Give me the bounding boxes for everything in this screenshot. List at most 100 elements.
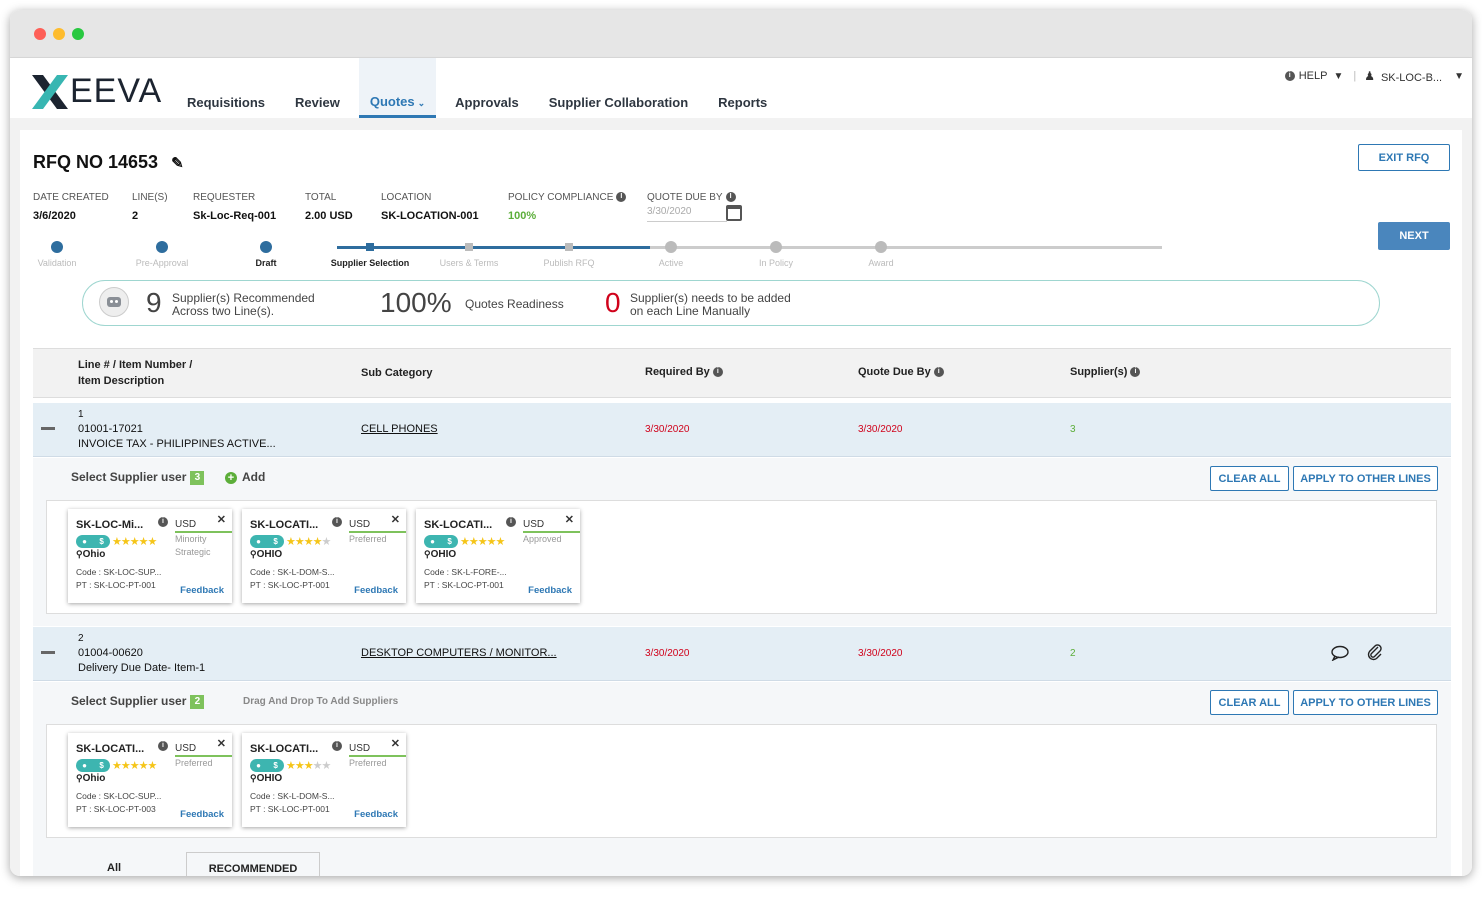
supplier-info-icon[interactable]: i <box>158 741 168 751</box>
comment-icon[interactable] <box>1331 645 1349 661</box>
supplier-info-icon[interactable]: i <box>506 517 516 527</box>
nav-review[interactable]: Review <box>284 58 351 118</box>
feedback-link[interactable]: Feedback <box>180 809 224 820</box>
remove-supplier-icon[interactable]: ✕ <box>565 513 574 526</box>
policy-compliance-label-text: POLICY COMPLIANCE <box>508 192 614 203</box>
supplier-card[interactable]: SK-LOC-Mi... i USD ✕ Minority Strategic ● $ ★★★★… <box>68 509 232 603</box>
supplier-info-icon[interactable]: i <box>332 517 342 527</box>
next-button[interactable]: NEXT <box>1378 222 1450 250</box>
calendar-icon[interactable] <box>726 205 742 221</box>
quote-due-by-info-icon[interactable]: i <box>933 367 944 378</box>
collapse-icon[interactable] <box>41 427 55 430</box>
app-header: EEVA Requisitions Review Quotes ⌄ Approva… <box>10 58 1472 118</box>
paperclip-icon[interactable] <box>1367 643 1383 661</box>
supplier-tag: Preferred <box>175 758 213 768</box>
supplier-card[interactable]: SK-LOCATI... i USD ✕ Approved ● $ ★★★★★ ⚲OHIO Cod… <box>416 509 580 603</box>
logo-x-icon <box>32 74 68 109</box>
minimize-window-button[interactable] <box>53 28 65 40</box>
dollar-icon: $ <box>273 537 278 546</box>
lines-value: 2 <box>132 210 139 222</box>
nav-approvals[interactable]: Approvals <box>444 58 530 118</box>
supplier-name: SK-LOCATI... <box>250 743 319 755</box>
nav-quotes-label: Quotes <box>369 94 415 109</box>
step-label: Award <box>868 258 894 268</box>
logo-text: EEVA <box>70 72 163 110</box>
supplier-card-list: SK-LOCATI... i USD ✕ Preferred ● $ ★★★★★ ⚲Ohio Co… <box>46 724 1437 838</box>
remove-supplier-icon[interactable]: ✕ <box>217 513 226 526</box>
supplier-badge-icon: ● $ <box>250 535 284 548</box>
supplier-info-icon[interactable]: i <box>332 741 342 751</box>
supplier-card[interactable]: SK-LOCATI... i USD ✕ Preferred ● $ ★★★★★ ⚲OHIO Co… <box>242 733 406 827</box>
summary-banner: 9 Supplier(s) Recommended Across two Lin… <box>82 280 1380 326</box>
star-icon: ★ <box>312 536 323 548</box>
policy-info-icon[interactable]: i <box>616 192 627 203</box>
apply-to-other-lines-button[interactable]: APPLY TO OTHER LINES <box>1293 466 1438 491</box>
supplier-location-text: Ohio <box>82 773 106 784</box>
header-suppliers-label: Supplier(s) <box>1070 366 1128 378</box>
user-caret-icon[interactable]: ▼ <box>1454 71 1464 82</box>
supplier-location: ⚲OHIO <box>424 549 456 560</box>
supplier-count[interactable]: 3 <box>1070 424 1076 435</box>
supplier-info-icon[interactable]: i <box>158 517 168 527</box>
supplier-code: Code : SK-LOC-SUP... <box>76 791 162 801</box>
feedback-link[interactable]: Feedback <box>528 585 572 596</box>
help-caret-icon[interactable]: ▼ <box>1333 71 1343 82</box>
clear-all-button[interactable]: CLEAR ALL <box>1210 690 1289 715</box>
maximize-window-button[interactable] <box>72 28 84 40</box>
remove-supplier-icon[interactable]: ✕ <box>391 737 400 750</box>
feedback-link[interactable]: Feedback <box>180 585 224 596</box>
supplier-card[interactable]: SK-LOCATI... i USD ✕ Preferred ● $ ★★★★★ ⚲OHIO Co… <box>242 509 406 603</box>
diversity-icon: ● <box>256 537 262 546</box>
manual-text-2: on each Line Manually <box>630 304 751 318</box>
supplier-payment-terms: PT : SK-LOC-PT-001 <box>424 580 504 590</box>
lines-label: LINE(S) <box>132 192 168 203</box>
star-icon: ★ <box>321 536 332 548</box>
supplier-name: SK-LOCATI... <box>424 519 493 531</box>
robot-icon <box>99 287 129 317</box>
suppliers-info-icon[interactable]: i <box>1130 367 1141 378</box>
star-icon: ★ <box>486 536 497 548</box>
nav-supplier-collaboration[interactable]: Supplier Collaboration <box>538 58 699 118</box>
feedback-link[interactable]: Feedback <box>354 585 398 596</box>
remove-supplier-icon[interactable]: ✕ <box>391 513 400 526</box>
step-dot <box>366 243 374 251</box>
feedback-link[interactable]: Feedback <box>354 809 398 820</box>
main-content: RFQ NO 14653 ✎ DATE CREATED 3/6/2020 LIN… <box>10 118 1472 876</box>
remove-supplier-icon[interactable]: ✕ <box>217 737 226 750</box>
tab-recommended[interactable]: RECOMMENDED <box>186 852 320 876</box>
supplier-card[interactable]: SK-LOCATI... i USD ✕ Preferred ● $ ★★★★★ ⚲Ohio Co… <box>68 733 232 827</box>
quote-due-input[interactable]: 3/30/2020 <box>647 206 727 222</box>
clear-all-button[interactable]: CLEAR ALL <box>1210 466 1289 491</box>
selected-count-badge: 3 <box>190 470 205 485</box>
apply-to-other-lines-button[interactable]: APPLY TO OTHER LINES <box>1293 690 1438 715</box>
required-by: 3/30/2020 <box>645 648 690 659</box>
header-required-by: Required By i <box>645 366 723 378</box>
exit-rfq-button[interactable]: EXIT RFQ <box>1358 144 1450 171</box>
quote-due-info-icon[interactable]: i <box>725 192 736 203</box>
close-window-button[interactable] <box>34 28 46 40</box>
edit-pencil-icon[interactable]: ✎ <box>171 155 184 172</box>
collapse-icon[interactable] <box>41 651 55 654</box>
line-number: 2 <box>78 633 84 644</box>
user-menu[interactable]: SK-LOC-B... <box>1381 72 1442 84</box>
workflow-stepper: Validation Pre-Approval Draft Supplier Sele… <box>38 238 1162 278</box>
line-row-1[interactable]: 1 01001-17021 INVOICE TAX - PHILIPPINES … <box>33 403 1451 457</box>
line-row-2[interactable]: 2 01004-00620 Delivery Due Date- Item-1 … <box>33 627 1451 681</box>
supplier-count[interactable]: 2 <box>1070 648 1076 659</box>
supplier-payment-terms: PT : SK-LOC-PT-003 <box>76 804 156 814</box>
required-by-info-icon[interactable]: i <box>712 367 723 378</box>
star-icon: ★ <box>129 536 140 548</box>
nav-reports[interactable]: Reports <box>707 58 778 118</box>
tab-all[interactable]: All <box>107 862 121 874</box>
manual-count: 0 <box>605 287 621 318</box>
help-menu[interactable]: HELP <box>1299 70 1328 82</box>
sub-category: CELL PHONES <box>361 423 438 435</box>
xeeva-logo[interactable]: EEVA <box>32 72 162 111</box>
star-icon: ★ <box>460 536 470 548</box>
supplier-name: SK-LOC-Mi... <box>76 519 144 531</box>
nav-requisitions[interactable]: Requisitions <box>176 58 276 118</box>
step-label: In Policy <box>758 258 794 268</box>
quote-due-by: 3/30/2020 <box>858 648 903 659</box>
add-supplier-button[interactable]: + Add <box>225 470 265 484</box>
nav-quotes[interactable]: Quotes ⌄ <box>358 58 437 118</box>
